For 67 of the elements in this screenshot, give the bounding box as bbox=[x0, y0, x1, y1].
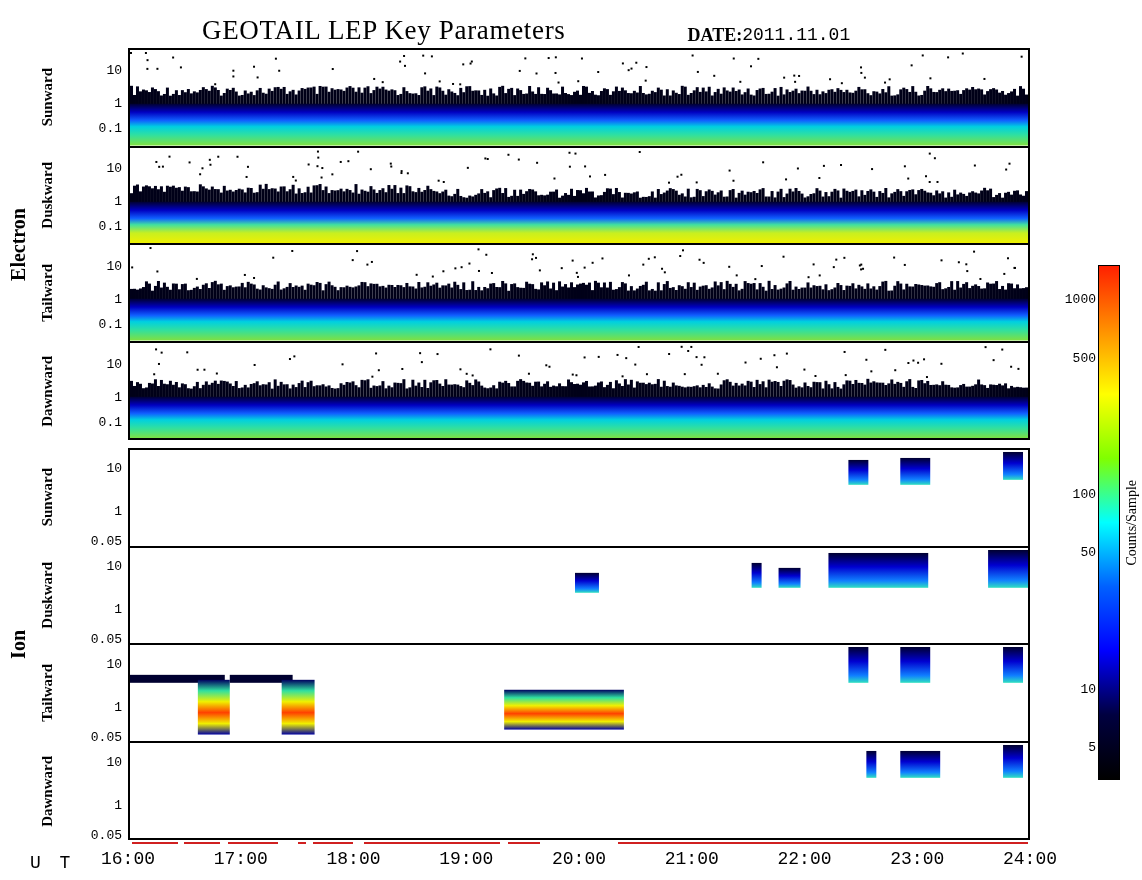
colorbar-tick-label: 100 bbox=[1072, 487, 1096, 501]
panel-label: Duskward bbox=[39, 161, 55, 229]
y-tick-label: 0.05 bbox=[90, 828, 122, 842]
y-tick-label: 0.05 bbox=[90, 730, 122, 744]
y-tick-label: 10 bbox=[106, 461, 122, 475]
y-tick-label: 0.05 bbox=[90, 632, 122, 646]
colorbar-tick-label: 10 bbox=[1080, 682, 1096, 696]
spectrogram-patch bbox=[988, 549, 1028, 588]
spectrogram-patch bbox=[866, 750, 877, 778]
time-axis-label: U T bbox=[30, 854, 75, 872]
spectrogram-patch bbox=[1003, 647, 1023, 683]
x-tick-label: 22:00 bbox=[777, 850, 832, 868]
spectrogram-patch bbox=[900, 750, 941, 778]
y-tick-label: 0.05 bbox=[90, 534, 122, 548]
y-tick-label: 1 bbox=[114, 798, 122, 812]
y-tick-label: 10 bbox=[106, 63, 122, 77]
spectrogram-patch bbox=[848, 459, 869, 485]
y-tick-label: 0.1 bbox=[98, 317, 122, 331]
y-tick-label: 10 bbox=[106, 357, 122, 371]
x-tick-label: 21:00 bbox=[664, 850, 719, 868]
spectrogram-patch bbox=[900, 647, 931, 683]
date-label: DATE: bbox=[687, 26, 743, 44]
spectrogram-patch bbox=[1003, 452, 1023, 480]
y-tick-label: 10 bbox=[106, 259, 122, 273]
spectrogram-patch bbox=[848, 647, 869, 683]
y-tick-label: 10 bbox=[106, 559, 122, 573]
panel-label: Dawnward bbox=[39, 755, 55, 827]
colorbar-tick-label: 50 bbox=[1080, 545, 1096, 559]
x-tick-label: 19:00 bbox=[439, 850, 494, 868]
y-tick-label: 1 bbox=[114, 292, 122, 306]
y-tick-label: 0.1 bbox=[98, 219, 122, 233]
panel-label: Dawnward bbox=[39, 355, 55, 427]
panel-label: Tailward bbox=[39, 264, 55, 322]
x-tick-label: 17:00 bbox=[213, 850, 268, 868]
chart-title: GEOTAIL LEP Key Parameters bbox=[202, 17, 566, 44]
panel-label: Tailward bbox=[39, 664, 55, 722]
y-tick-label: 0.1 bbox=[98, 415, 122, 429]
panel-label: Duskward bbox=[39, 561, 55, 629]
x-tick-label: 18:00 bbox=[326, 850, 381, 868]
colorbar-tick-label: 5 bbox=[1088, 740, 1096, 754]
x-tick-label: 24:00 bbox=[1003, 850, 1057, 868]
x-tick-label: 23:00 bbox=[890, 850, 945, 868]
x-tick-label: 20:00 bbox=[552, 850, 606, 868]
colorbar-tick-label: 500 bbox=[1072, 351, 1096, 365]
spectrogram-patch bbox=[900, 457, 931, 485]
spectrogram-patch bbox=[778, 567, 801, 588]
x-tick-label: 16:00 bbox=[101, 850, 155, 868]
panel-label: Sunward bbox=[39, 467, 55, 527]
y-tick-label: 10 bbox=[106, 657, 122, 671]
group-label: Ion bbox=[8, 629, 28, 659]
y-tick-label: 1 bbox=[114, 194, 122, 208]
colorbar-tick-label: 1000 bbox=[1064, 292, 1096, 306]
y-tick-label: 10 bbox=[106, 755, 122, 769]
y-tick-label: 1 bbox=[114, 390, 122, 404]
date-value: 2011.11.01 bbox=[742, 26, 851, 44]
colorbar-label: Counts/Sample bbox=[1125, 479, 1139, 566]
y-tick-label: 0.1 bbox=[98, 121, 122, 135]
y-tick-label: 1 bbox=[114, 602, 122, 616]
y-tick-label: 10 bbox=[106, 161, 122, 175]
y-tick-label: 1 bbox=[114, 700, 122, 714]
spectrogram-patch bbox=[751, 562, 762, 588]
group-label: Electron bbox=[8, 207, 28, 281]
y-tick-label: 1 bbox=[114, 504, 122, 518]
y-tick-label: 1 bbox=[114, 96, 122, 110]
spectrogram-patch bbox=[1003, 744, 1023, 778]
spectrogram-patch bbox=[575, 572, 599, 593]
panel-label: Sunward bbox=[39, 67, 55, 127]
